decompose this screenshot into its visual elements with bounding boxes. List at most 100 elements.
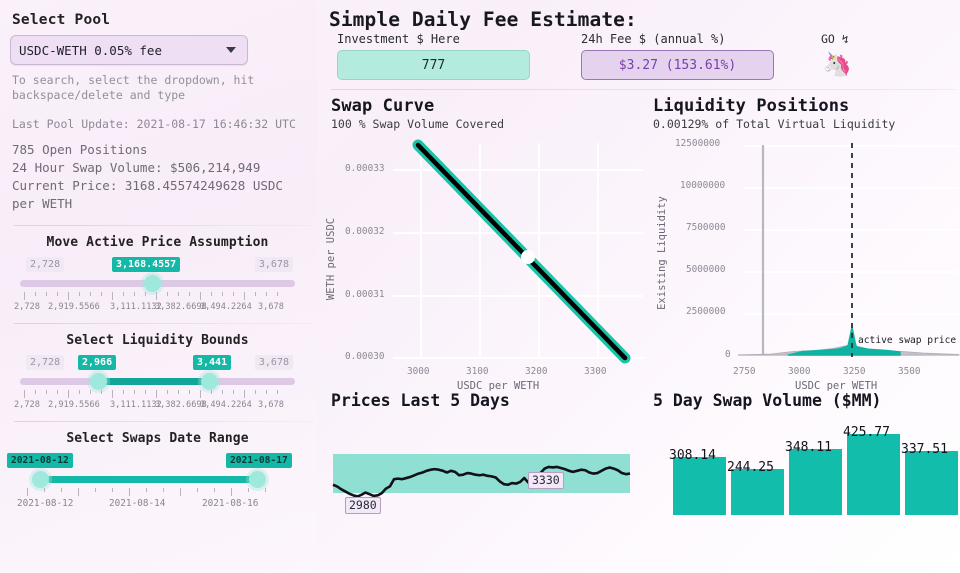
divider-3 bbox=[14, 421, 314, 422]
bar bbox=[905, 451, 958, 515]
swap-curve-title: Swap Curve bbox=[331, 96, 653, 116]
tick-label: 2,728 bbox=[14, 302, 40, 312]
bar bbox=[731, 469, 784, 515]
page-title: Select Pool bbox=[12, 12, 305, 28]
y-tick-label: 7500000 bbox=[686, 222, 726, 233]
date-slider-title: Select Swaps Date Range bbox=[14, 431, 301, 446]
go-group: GO ↯ 🦄 bbox=[821, 32, 852, 80]
liquidity-title: Liquidity Positions bbox=[653, 96, 960, 116]
price-assumption-slider-group: Move Active Price Assumption 2,728 3,168… bbox=[10, 235, 305, 314]
investment-field-group: Investment $ Here 777 bbox=[337, 32, 549, 80]
liquidity-subtitle: 0.00129% of Total Virtual Liquidity bbox=[653, 117, 960, 131]
fee-estimate-title: Simple Daily Fee Estimate: bbox=[329, 8, 960, 31]
y-tick-label: 5000000 bbox=[686, 264, 726, 275]
price-slider-tick-labels: 2,728 2,919.5566 3,111.1132 3,382.6698 3… bbox=[14, 302, 301, 314]
bounds-slider-lower-label: 2,966 bbox=[78, 355, 116, 370]
investment-input[interactable]: 777 bbox=[337, 50, 530, 80]
bounds-slider-upper-handle[interactable] bbox=[201, 373, 218, 390]
bounds-slider-lower-handle[interactable] bbox=[90, 373, 107, 390]
tick-label: 3,111.1132 bbox=[110, 400, 162, 410]
price-slider-min-label: 2,728 bbox=[26, 257, 64, 272]
y-tick-label: 12500000 bbox=[675, 138, 720, 149]
date-slider-track-wrap[interactable] bbox=[14, 471, 301, 487]
app-root: Select Pool USDC-WETH 0.05% fee To searc… bbox=[0, 0, 960, 573]
bounds-slider-labels: 2,728 2,966 3,441 3,678 bbox=[14, 355, 301, 371]
bounds-slider-upper-label: 3,441 bbox=[193, 355, 231, 370]
tick-label: 3,382.6698 bbox=[155, 302, 207, 312]
x-tick-label: 3250 bbox=[843, 366, 866, 377]
liquidity-ylabel: Existing Liquidity bbox=[656, 196, 668, 310]
bar-value-label: 425.77 bbox=[843, 425, 890, 440]
tick-label: 3,678 bbox=[258, 302, 284, 312]
date-slider-end-handle[interactable] bbox=[249, 471, 266, 488]
fee-value: $3.27 (153.61%) bbox=[619, 58, 736, 73]
open-positions: 785 Open Positions bbox=[12, 141, 305, 159]
bounds-slider-track-wrap[interactable] bbox=[14, 373, 301, 389]
date-slider-ticks bbox=[14, 488, 301, 497]
bounds-slider-title: Select Liquidity Bounds bbox=[14, 333, 301, 348]
price-high-label: 3330 bbox=[528, 472, 564, 489]
x-tick-label: 3200 bbox=[525, 366, 548, 377]
fee-estimate-row: Investment $ Here 777 24h Fee $ (annual … bbox=[337, 32, 960, 80]
bar-value-label: 308.14 bbox=[669, 448, 716, 463]
tick-label: 3,494.2264 bbox=[200, 302, 252, 312]
x-tick-label: 3100 bbox=[466, 366, 489, 377]
date-slider-start-handle[interactable] bbox=[32, 471, 49, 488]
swap-curve-plot: 0.00033 0.00032 0.00031 0.00030 3000 310… bbox=[323, 135, 653, 385]
tick-label: 2,919.5566 bbox=[48, 400, 100, 410]
swap-volume-plot: 308.14 244.25 348.11 425.77 337.51 bbox=[653, 410, 960, 515]
investment-value: 777 bbox=[422, 58, 445, 73]
x-tick-label: 3300 bbox=[584, 366, 607, 377]
fee-output-box: $3.27 (153.61%) bbox=[581, 50, 774, 80]
bar bbox=[789, 449, 842, 515]
date-slider-track[interactable] bbox=[47, 476, 263, 483]
y-tick-label: 0.00033 bbox=[345, 163, 385, 174]
price-slider-labels: 2,728 3,168.4557 3,678 bbox=[14, 257, 301, 273]
pool-stats: 785 Open Positions 24 Hour Swap Volume: … bbox=[12, 141, 305, 213]
date-slider-labels: 2021-08-12 2021-08-17 bbox=[14, 453, 301, 469]
liquidity-plot: 12500000 10000000 7500000 5000000 250000… bbox=[653, 135, 960, 385]
active-swap-price-annotation: active swap price bbox=[858, 335, 956, 346]
tick-label: 2,919.5566 bbox=[48, 302, 100, 312]
last-pool-update: Last Pool Update: 2021-08-17 16:46:32 UT… bbox=[12, 116, 305, 132]
header-divider bbox=[331, 89, 955, 90]
price-slider-track-wrap[interactable] bbox=[14, 275, 301, 291]
date-slider-end-label: 2021-08-17 bbox=[226, 453, 292, 468]
bar bbox=[673, 457, 726, 515]
prices-title: Prices Last 5 Days bbox=[331, 391, 653, 410]
y-tick-label: 0.00030 bbox=[345, 351, 385, 362]
price-slider-handle[interactable] bbox=[144, 275, 161, 292]
pool-select-dropdown[interactable]: USDC-WETH 0.05% fee bbox=[10, 35, 248, 65]
fee-label: 24h Fee $ (annual %) bbox=[581, 32, 793, 46]
prices-chart: Prices Last 5 Days 3330 2980 bbox=[323, 391, 653, 515]
current-price: Current Price: 3168.45574249628 USDC per… bbox=[12, 177, 305, 213]
prices-plot: 3330 2980 bbox=[323, 410, 653, 515]
swap-curve-chart: Swap Curve 100 % Swap Volume Covered bbox=[323, 96, 653, 385]
chevron-down-icon bbox=[226, 47, 236, 53]
y-tick-label: 0 bbox=[725, 349, 731, 360]
price-slider-ticks bbox=[14, 292, 301, 301]
bounds-slider-max-label: 3,678 bbox=[255, 355, 293, 370]
swap-volume-chart: 5 Day Swap Volume ($MM) 308.14 244.25 34… bbox=[653, 391, 960, 515]
bar bbox=[847, 434, 900, 515]
unicorn-icon[interactable]: 🦄 bbox=[823, 50, 852, 80]
tick-label: 3,494.2264 bbox=[200, 400, 252, 410]
bar-value-label: 244.25 bbox=[727, 460, 774, 475]
price-slider-value-label: 3,168.4557 bbox=[112, 257, 180, 272]
tick-label: 2021-08-12 bbox=[17, 498, 73, 509]
tick-label: 3,678 bbox=[258, 400, 284, 410]
date-slider-tick-labels: 2021-08-12 2021-08-14 2021-08-16 bbox=[14, 498, 301, 510]
fee-output-group: 24h Fee $ (annual %) $3.27 (153.61%) bbox=[581, 32, 793, 80]
swap-volume-24h: 24 Hour Swap Volume: $506,214,949 bbox=[12, 159, 305, 177]
main-panel: Simple Daily Fee Estimate: Investment $ … bbox=[317, 0, 960, 573]
x-tick-label: 3000 bbox=[788, 366, 811, 377]
y-tick-label: 10000000 bbox=[680, 180, 725, 191]
tick-label: 2,728 bbox=[14, 400, 40, 410]
sidebar: Select Pool USDC-WETH 0.05% fee To searc… bbox=[0, 0, 317, 573]
date-slider-start-label: 2021-08-12 bbox=[7, 453, 73, 468]
pool-select-value: USDC-WETH 0.05% fee bbox=[19, 43, 226, 58]
divider-1 bbox=[14, 225, 314, 226]
y-tick-label: 2500000 bbox=[686, 306, 726, 317]
bottom-charts-row: Prices Last 5 Days 3330 2980 5 Day Swap … bbox=[323, 391, 960, 515]
y-tick-label: 0.00031 bbox=[345, 289, 385, 300]
